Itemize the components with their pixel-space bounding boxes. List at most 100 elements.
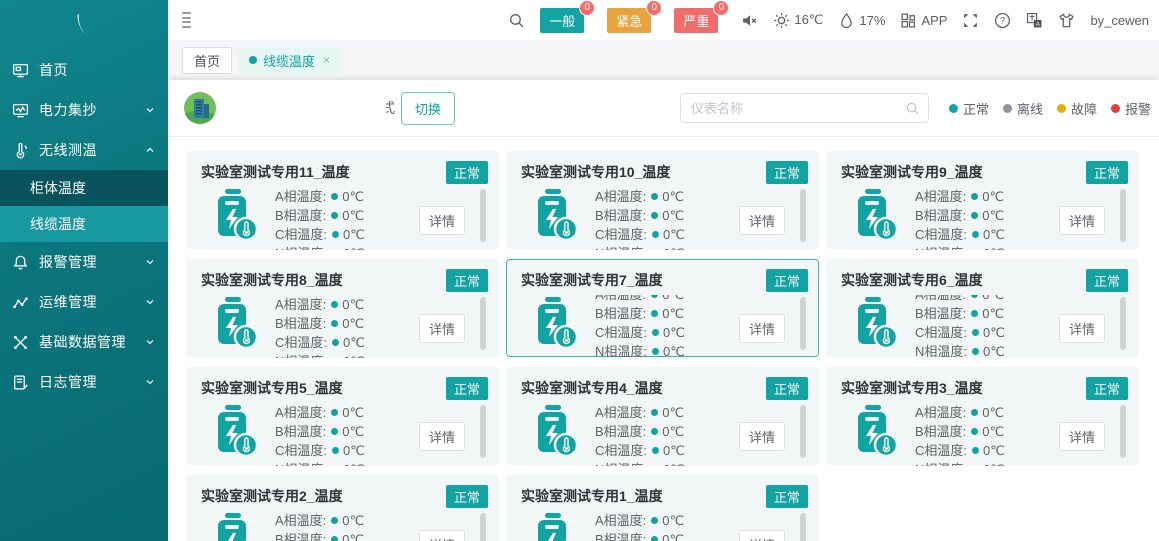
alarm-badge-label: 紧急	[616, 14, 642, 29]
phase-row: N相温度:0℃	[915, 342, 1005, 358]
switch-station-button[interactable]: 切换	[401, 92, 455, 125]
meter-card[interactable]: 实验室测试专用9_温度 正常 A相温度:0℃B相温度:0℃C相温度:0℃N相温度…	[826, 151, 1139, 249]
meter-search-input[interactable]	[691, 101, 905, 116]
detail-button[interactable]: 详情	[739, 206, 785, 235]
tab-cable-temp[interactable]: 线缆温度 ×	[238, 47, 341, 74]
card-scrollbar[interactable]	[1120, 405, 1126, 458]
card-scrollbar[interactable]	[800, 513, 806, 541]
bell-icon	[12, 254, 29, 271]
phase-row: N相温度:0℃	[915, 460, 1005, 466]
mute-icon[interactable]	[741, 12, 758, 29]
meter-card[interactable]: 实验室测试专用4_温度 正常 A相温度:0℃B相温度:0℃C相温度:0℃N相温度…	[506, 367, 819, 465]
username[interactable]: by_cewen	[1090, 13, 1149, 28]
phase-list: A相温度:0℃B相温度:0℃C相温度:0℃N相温度:0℃	[275, 187, 365, 250]
phase-row: A相温度:0℃	[275, 403, 365, 422]
app-button[interactable]: APP	[900, 12, 947, 29]
sidebar-item-power-meter[interactable]: 电力集抄	[0, 90, 168, 130]
phase-value: 0℃	[982, 304, 1004, 323]
phase-status-dot	[331, 409, 338, 416]
phase-label: A相温度:	[275, 511, 326, 530]
content-panel: 式 切换 正常 离线 故障 报警	[168, 80, 1159, 541]
sidebar-item-ops-mgmt[interactable]: 运维管理	[0, 282, 168, 322]
meter-card[interactable]: 实验室测试专用5_温度 正常 A相温度:0℃B相温度:0℃C相温度:0℃N相温度…	[186, 367, 499, 465]
tab-close-icon[interactable]: ×	[323, 53, 330, 67]
tab-home[interactable]: 首页	[182, 47, 232, 74]
status-badge: 正常	[1086, 161, 1128, 184]
phase-value: 0℃	[662, 530, 684, 541]
meter-card[interactable]: 实验室测试专用1_温度 正常 A相温度:0℃B相温度:0℃C相温度:0℃N相温度…	[506, 475, 819, 541]
phase-status-dot	[331, 301, 338, 308]
phase-status-dot	[651, 212, 658, 219]
sidebar-item-alarm-mgmt[interactable]: 报警管理	[0, 242, 168, 282]
meter-card[interactable]: 实验室测试专用6_温度 正常 A相温度:0℃B相温度:0℃C相温度:0℃N相温度…	[826, 259, 1139, 357]
theme-shirt-icon[interactable]	[1058, 12, 1075, 29]
phase-list-inner: A相温度:0℃B相温度:0℃C相温度:0℃N相温度:0℃	[275, 403, 365, 466]
detail-button[interactable]: 详情	[1059, 422, 1105, 451]
meter-card[interactable]: 实验室测试专用3_温度 正常 A相温度:0℃B相温度:0℃C相温度:0℃N相温度…	[826, 367, 1139, 465]
card-scrollbar[interactable]	[1120, 189, 1126, 242]
meter-search-box[interactable]	[680, 93, 929, 123]
phase-value: 0℃	[342, 314, 364, 333]
phase-row: N相温度:0℃	[595, 342, 685, 358]
log-doc-icon	[12, 374, 29, 391]
status-legend: 正常 离线 故障 报警	[949, 99, 1151, 118]
card-scrollbar[interactable]	[800, 189, 806, 242]
card-scrollbar[interactable]	[480, 513, 486, 541]
detail-button[interactable]: 详情	[1059, 314, 1105, 343]
app-grid-icon	[900, 12, 917, 29]
sidebar-item-home[interactable]: 首页	[0, 50, 168, 90]
sidebar-item-wireless-temp[interactable]: 无线测温	[0, 130, 168, 170]
card-scrollbar[interactable]	[480, 405, 486, 458]
meter-card[interactable]: 实验室测试专用8_温度 正常 A相温度:0℃B相温度:0℃C相温度:0℃N相温度…	[186, 259, 499, 357]
detail-button[interactable]: 详情	[739, 530, 785, 541]
language-switch-icon[interactable]: A	[1026, 12, 1043, 29]
alarm-badge-severe[interactable]: 严重 0	[674, 8, 718, 33]
alarm-badge-general[interactable]: 一般 0	[540, 8, 584, 33]
sidebar-collapse-icon[interactable]	[178, 10, 196, 30]
meter-card[interactable]: 实验室测试专用10_温度 正常 A相温度:0℃B相温度:0℃C相温度:0℃N相温…	[506, 151, 819, 249]
fullscreen-icon[interactable]	[962, 12, 979, 29]
detail-button[interactable]: 详情	[419, 314, 465, 343]
sidebar-item-log-mgmt[interactable]: 日志管理	[0, 362, 168, 402]
sidebar-subitem-cable-temp[interactable]: 线缆温度	[0, 206, 168, 242]
phase-row: N相温度:0℃	[595, 460, 685, 466]
phase-value: 0℃	[663, 323, 685, 342]
card-scrollbar[interactable]	[1120, 297, 1126, 350]
phase-status-dot	[331, 320, 338, 327]
detail-button[interactable]: 详情	[739, 314, 785, 343]
detail-button[interactable]: 详情	[419, 206, 465, 235]
phase-value: 0℃	[663, 441, 685, 460]
weather-humidity: 17%	[838, 12, 885, 29]
phase-list: A相温度:0℃B相温度:0℃C相温度:0℃N相温度:0℃	[595, 295, 685, 358]
alarm-badge-label: 严重	[683, 14, 709, 29]
phase-status-dot	[971, 212, 978, 219]
meter-card[interactable]: 实验室测试专用11_温度 正常 A相温度:0℃B相温度:0℃C相温度:0℃N相温…	[186, 151, 499, 249]
help-icon[interactable]: ?	[994, 12, 1011, 29]
search-icon[interactable]	[905, 101, 920, 116]
power-meter-icon	[12, 102, 29, 119]
alarm-badge-urgent[interactable]: 紧急 0	[607, 8, 651, 33]
phase-label: B相温度:	[275, 422, 326, 441]
phase-status-dot	[651, 536, 658, 541]
card-scrollbar[interactable]	[480, 297, 486, 350]
search-icon[interactable]	[508, 12, 525, 29]
detail-button[interactable]: 详情	[739, 422, 785, 451]
sun-icon	[773, 12, 790, 29]
detail-button[interactable]: 详情	[1059, 206, 1105, 235]
meter-card[interactable]: 实验室测试专用7_温度 正常 A相温度:0℃B相温度:0℃C相温度:0℃N相温度…	[506, 259, 819, 357]
card-scrollbar[interactable]	[800, 297, 806, 350]
meter-device-icon	[213, 511, 259, 541]
sidebar-item-base-data-mgmt[interactable]: 基础数据管理	[0, 322, 168, 362]
detail-button[interactable]: 详情	[419, 530, 465, 541]
topbar: 一般 0 紧急 0 严重 0 16℃ 17%	[168, 0, 1159, 40]
sidebar-subitem-cabinet-temp[interactable]: 柜体温度	[0, 170, 168, 206]
weather-temperature: 16℃	[773, 12, 823, 29]
card-scrollbar[interactable]	[480, 189, 486, 242]
phase-label: C相温度:	[595, 225, 647, 244]
meter-card[interactable]: 实验室测试专用2_温度 正常 A相温度:0℃B相温度:0℃C相温度:0℃N相温度…	[186, 475, 499, 541]
detail-button[interactable]: 详情	[419, 422, 465, 451]
legend-dot-offline	[1003, 104, 1012, 113]
card-scrollbar[interactable]	[800, 405, 806, 458]
droplet-icon	[838, 12, 855, 29]
phase-value: 0℃	[662, 206, 684, 225]
